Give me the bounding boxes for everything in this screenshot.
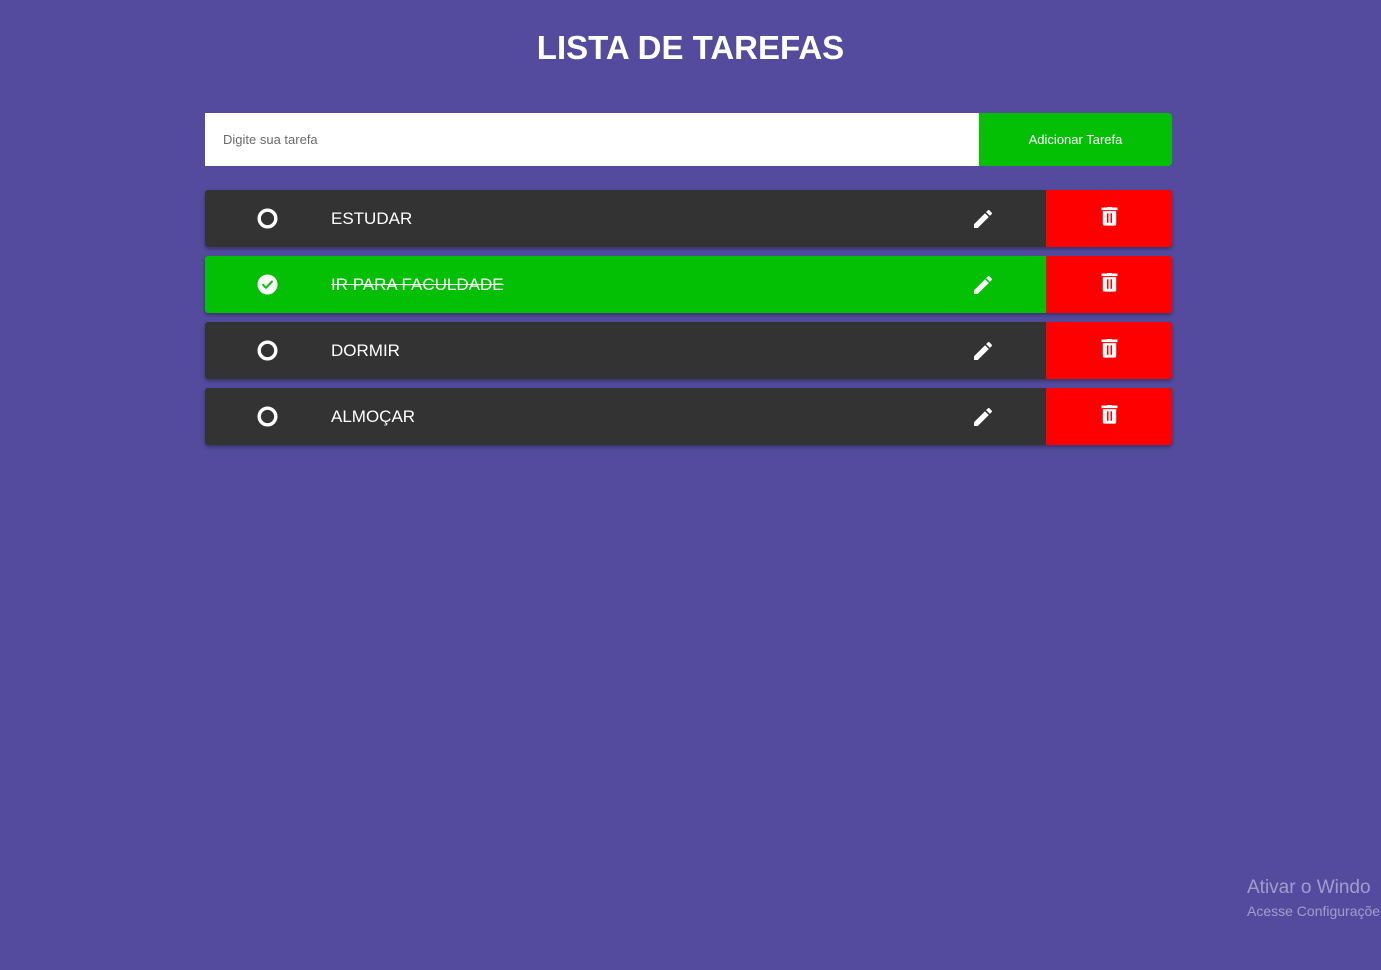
page: LISTA DE TAREFAS Adicionar Tarefa ESTUDA… (0, 0, 1381, 970)
circle-outline-icon[interactable] (257, 208, 278, 229)
task-label: ESTUDAR (331, 209, 413, 228)
trash-icon (1101, 404, 1118, 429)
windows-activation-watermark: Ativar o Windo Acesse Configuraçõe (1247, 876, 1380, 921)
trash-icon (1101, 206, 1118, 231)
task-label: DORMIR (331, 341, 400, 360)
check-circle-icon[interactable] (257, 274, 278, 295)
watermark-title: Ativar o Windo (1247, 877, 1371, 898)
watermark-subtitle: Acesse Configuraçõe (1247, 903, 1381, 919)
add-task-form: Adicionar Tarefa (205, 113, 1172, 166)
delete-task-button[interactable] (1046, 256, 1172, 313)
page-title: LISTA DE TAREFAS (536, 29, 845, 66)
delete-task-button[interactable] (1046, 190, 1172, 247)
circle-outline-icon[interactable] (257, 340, 278, 361)
delete-task-button[interactable] (1046, 322, 1172, 379)
trash-icon (1101, 272, 1118, 297)
pencil-icon[interactable] (971, 273, 995, 297)
trash-icon (1101, 338, 1118, 363)
task-item: ESTUDAR (205, 190, 1172, 247)
add-task-button[interactable]: Adicionar Tarefa (979, 113, 1172, 166)
delete-task-button[interactable] (1046, 388, 1172, 445)
task-label: ALMOÇAR (331, 407, 416, 426)
circle-outline-icon[interactable] (257, 406, 278, 427)
pencil-icon[interactable] (971, 339, 995, 363)
pencil-icon[interactable] (971, 405, 995, 429)
task-item: DORMIR (205, 322, 1172, 379)
task-item: IR PARA FACULDADE (205, 256, 1172, 313)
pencil-icon[interactable] (971, 207, 995, 231)
task-list: ESTUDAR IR PARA FACULDADE DORMIR ALMOÇAR (205, 190, 1172, 454)
task-item: ALMOÇAR (205, 388, 1172, 445)
task-label: IR PARA FACULDADE (331, 275, 504, 294)
task-input[interactable] (205, 113, 979, 166)
